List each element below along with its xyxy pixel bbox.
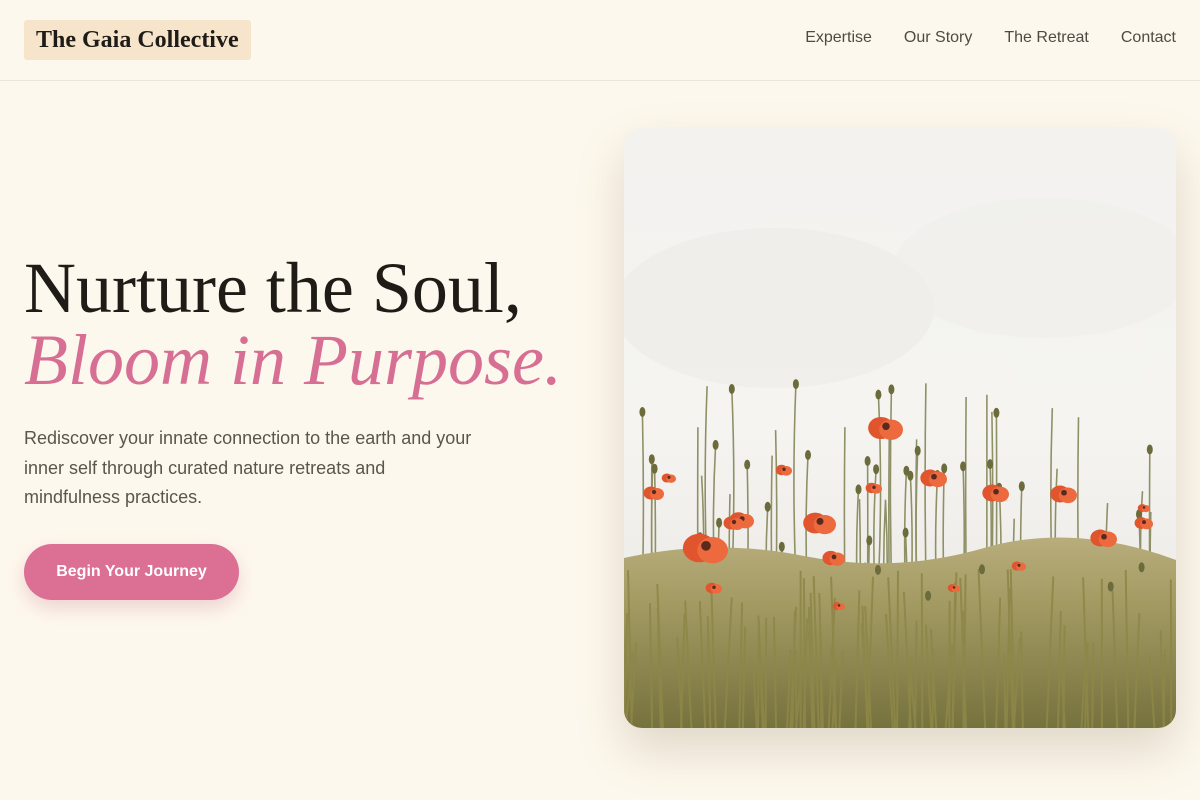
nav-link-expertise[interactable]: Expertise [805,29,872,47]
hero-headline: Nurture the Soul, Bloom in Purpose. [24,252,594,396]
poppy-bud [805,450,811,460]
poppy-bud [960,461,967,472]
poppy-bud [1138,562,1145,573]
wheat-stalk [962,611,965,728]
poppy-bud [902,527,909,538]
wheat-stalk [1003,654,1007,728]
landing-page: The Gaia Collective Expertise Our Story … [0,0,1200,800]
wheat-stalk [920,573,924,728]
poppy-bud [873,464,880,475]
poppy-bud [728,384,735,394]
nav-link-contact[interactable]: Contact [1121,29,1176,47]
poppy-bud [979,564,985,575]
wheat-stalk [1062,625,1066,728]
poppy-bud [651,463,658,474]
poppy-bud [941,463,948,474]
poppy-bud [925,590,932,601]
poppy-bud [639,407,646,417]
main-nav: Expertise Our Story The Retreat Contact [805,29,1176,47]
poppy-bud [993,407,1000,418]
poppy-bud [1146,444,1153,455]
poppy-bud [1107,581,1114,592]
poppy-bud [907,470,914,481]
wheat-stalk [1091,643,1095,728]
poppy-bud [648,454,655,465]
poppy-bud [875,389,882,400]
poppy-bud [778,541,785,552]
wheat-stalk [764,617,768,728]
poppy-bud [866,535,873,546]
poppy-bud [792,379,799,390]
wheat-stalk [896,570,899,728]
hero-image [624,128,1176,728]
poppy-bud [1018,481,1025,492]
poppy-bud [744,459,751,470]
poppy-bud [712,439,719,450]
poppy-bud [987,459,994,470]
hero-headline-line1: Nurture the Soul, [24,248,522,328]
poppy-bud [764,501,771,512]
poppy-bud [716,517,723,528]
nav-link-our-story[interactable]: Our Story [904,29,972,47]
hero-headline-accent: Bloom in Purpose. [24,320,562,400]
poppy-field-photo [624,128,1176,728]
begin-journey-button[interactable]: Begin Your Journey [24,544,239,600]
poppy-bud [864,456,871,466]
poppy-bud [888,384,895,395]
hero-description: Rediscover your innate connection to the… [24,428,472,507]
wheat-stalk [931,649,935,728]
nav-link-the-retreat[interactable]: The Retreat [1004,29,1088,47]
poppy-bud [914,445,921,456]
poppy-bud [855,484,862,495]
site-header: The Gaia Collective Expertise Our Story … [0,0,1200,81]
poppy-bud [875,564,881,575]
brand-logo[interactable]: The Gaia Collective [24,20,251,60]
